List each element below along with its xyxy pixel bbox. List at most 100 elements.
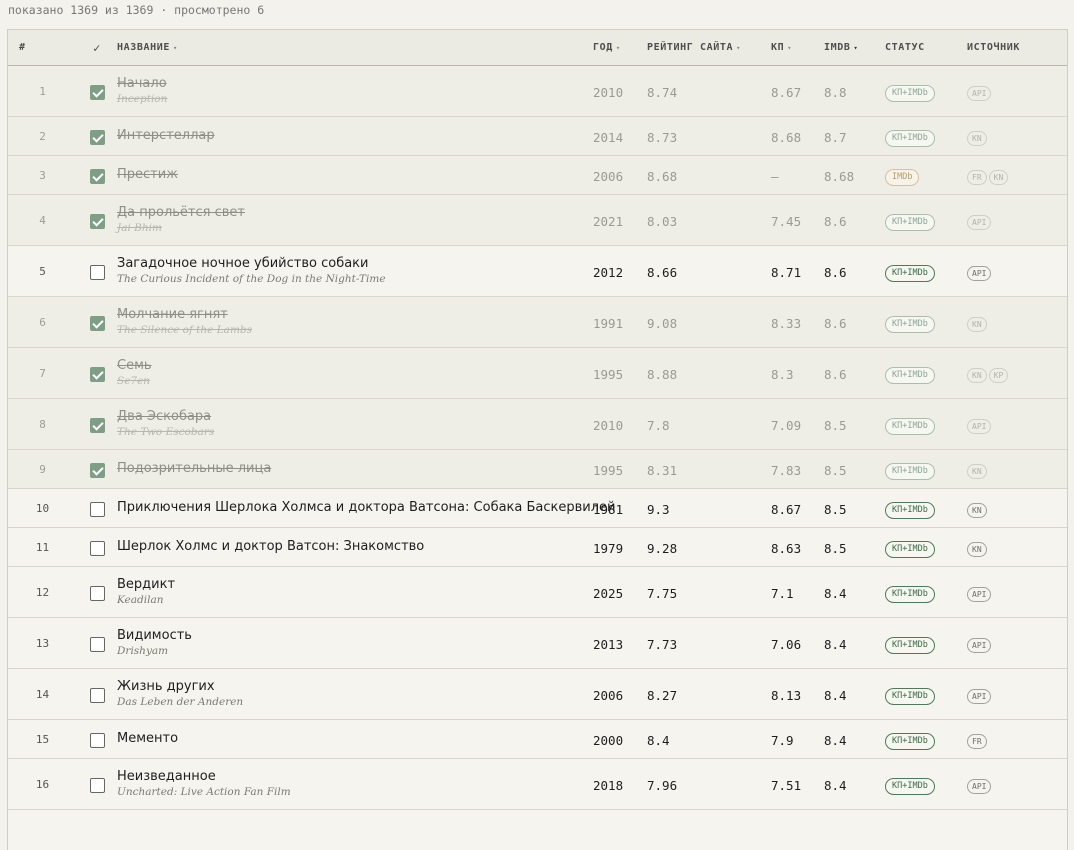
movie-title: Престиж: [117, 167, 178, 182]
original-title: The Curious Incident of the Dog in the N…: [117, 273, 386, 285]
table-row[interactable]: 15 Мементо 2000 8.4 7.9 8.4 КП+IMDb FR: [8, 719, 1067, 759]
kp-rating: 8.33: [771, 315, 802, 331]
table-row[interactable]: 7 Семь Se7en 1995 8.88 8.3 8.6 КП+IMDb KN KP: [8, 347, 1067, 399]
table-row[interactable]: 6 Молчание ягнят The Silence of the Lambs 1…: [8, 296, 1067, 348]
watched-checkbox[interactable]: [89, 462, 105, 478]
original-title: Keadilan: [117, 594, 164, 606]
table-row[interactable]: 2 Интерстеллар 2014 8.73 8.68 8.7 КП+IMDb KN: [8, 116, 1067, 156]
table-row[interactable]: 14 Жизнь других Das Leben der Anderen 2006 8…: [8, 668, 1067, 720]
movie-title: Да прольётся свет: [117, 205, 245, 220]
site-rating: 8.03: [647, 213, 678, 229]
col-header-kp[interactable]: КП ▾: [771, 30, 824, 66]
row-number: 10: [8, 488, 77, 528]
movie-year: 2018: [593, 777, 624, 793]
watched-checkbox[interactable]: [89, 540, 105, 556]
kp-rating: —: [771, 168, 779, 184]
kp-rating: 8.71: [771, 264, 802, 280]
row-number: 11: [8, 527, 77, 567]
site-rating: 8.31: [647, 462, 678, 478]
watched-checkbox[interactable]: [89, 366, 105, 382]
row-number: 16: [8, 758, 77, 810]
table-row[interactable]: 8 Два Эскобара The Two Escobars 2010 7.8 7.09…: [8, 398, 1067, 450]
movie-title: Подозрительные лица: [117, 461, 272, 476]
table-row[interactable]: 13 Видимость Drishyam 2013 7.73 7.06 8.4 КП+IMD…: [8, 617, 1067, 669]
site-rating: 8.66: [647, 264, 678, 280]
source-tag: KN: [967, 503, 987, 518]
watched-checkbox[interactable]: [89, 636, 105, 652]
source-tag: API: [967, 779, 992, 794]
col-header-num: #: [8, 30, 77, 66]
col-header-year[interactable]: ГОД ▾: [593, 30, 647, 66]
site-rating: 8.74: [647, 84, 678, 100]
original-title: Inception: [117, 93, 168, 105]
sort-arrow-icon: ▾: [172, 44, 178, 52]
col-header-source: ИСТОЧНИК: [967, 30, 1067, 66]
table-row[interactable]: 1 Начало Inception 2010 8.74 8.67 8.8 КП+IMDb AP…: [8, 65, 1067, 117]
site-rating: 9.08: [647, 315, 678, 331]
row-number: 9: [8, 449, 77, 489]
source-tag: KN: [967, 542, 987, 557]
table-row[interactable]: 9 Подозрительные лица 1995 8.31 7.83 8.5 КП+IM…: [8, 449, 1067, 489]
original-title: Jai Bhim: [117, 222, 162, 234]
watched-checkbox[interactable]: [89, 264, 105, 280]
table-row[interactable]: 12 Вердикт Keadilan 2025 7.75 7.1 8.4 КП+IMDb AP…: [8, 566, 1067, 618]
watched-checkbox[interactable]: [89, 687, 105, 703]
table-row[interactable]: 3 Престиж 2006 8.68 — 8.68 IMDb FR KN: [8, 155, 1067, 195]
kp-rating: 7.51: [771, 777, 802, 793]
watched-checkbox[interactable]: [89, 84, 105, 100]
col-header-status: СТАТУС: [885, 30, 967, 66]
watched-checkbox[interactable]: [89, 168, 105, 184]
col-header-site-rating[interactable]: РЕЙТИНГ САЙТА ▾: [647, 30, 771, 66]
imdb-rating: 8.5: [824, 501, 847, 517]
site-rating: 8.73: [647, 129, 678, 145]
status-badge: IMDb: [885, 169, 920, 186]
kp-rating: 7.9: [771, 732, 794, 748]
table-row[interactable]: 11 Шерлок Холмс и доктор Ватсон: Знакомст…: [8, 527, 1067, 567]
original-title: Uncharted: Live Action Fan Film: [117, 786, 291, 798]
col-header-title[interactable]: НАЗВАНИЕ ▾: [117, 30, 593, 66]
imdb-rating: 8.6: [824, 264, 847, 280]
watched-checkbox[interactable]: [89, 213, 105, 229]
site-rating: 8.88: [647, 366, 678, 382]
movie-year: 2006: [593, 687, 624, 703]
source-tag: KN: [967, 464, 987, 479]
table-row[interactable]: 16 Неизведанное Uncharted: Live Action Fan…: [8, 758, 1067, 810]
movie-title: Семь: [117, 358, 152, 373]
source-tag: KP: [988, 368, 1009, 383]
movie-year: 1995: [593, 366, 624, 382]
watched-checkbox[interactable]: [89, 315, 105, 331]
site-rating: 7.8: [647, 417, 670, 433]
status-badge: КП+IMDb: [885, 463, 935, 480]
movie-year: 2013: [593, 636, 624, 652]
kp-rating: 8.67: [771, 84, 802, 100]
table-row[interactable]: 4 Да прольётся свет Jai Bhim 2021 8.03 7.45 8.…: [8, 194, 1067, 246]
original-title: Se7en: [117, 375, 151, 387]
movie-title: Мементо: [117, 731, 179, 746]
row-number: 1: [8, 65, 77, 117]
watched-checkbox[interactable]: [89, 732, 105, 748]
col-header-check: ✓: [77, 30, 117, 66]
row-number: 12: [8, 566, 77, 618]
table-row[interactable]: 5 Загадочное ночное убийство собаки The Cu…: [8, 245, 1067, 297]
movie-title: Жизнь других: [117, 679, 215, 694]
row-number: 15: [8, 719, 77, 759]
movie-title: Два Эскобара: [117, 409, 212, 424]
movie-year: 1981: [593, 501, 624, 517]
movie-title: Неизведанное: [117, 769, 216, 784]
row-number: 6: [8, 296, 77, 348]
movie-year: 2014: [593, 129, 624, 145]
watched-checkbox[interactable]: [89, 417, 105, 433]
table-row[interactable]: 10 Приключения Шерлока Холмса и доктора В…: [8, 488, 1067, 528]
row-number: 2: [8, 116, 77, 156]
status-badge: КП+IMDb: [885, 418, 935, 435]
watched-checkbox[interactable]: [89, 777, 105, 793]
watched-checkbox[interactable]: [89, 585, 105, 601]
imdb-rating: 8.4: [824, 732, 847, 748]
row-number: 13: [8, 617, 77, 669]
col-header-imdb[interactable]: IMDB ▾: [824, 30, 885, 66]
watched-checkbox[interactable]: [89, 129, 105, 145]
watched-checkbox[interactable]: [89, 501, 105, 517]
movie-title: Интерстеллар: [117, 128, 215, 143]
site-rating: 8.68: [647, 168, 678, 184]
source-tag: KN: [988, 170, 1009, 185]
